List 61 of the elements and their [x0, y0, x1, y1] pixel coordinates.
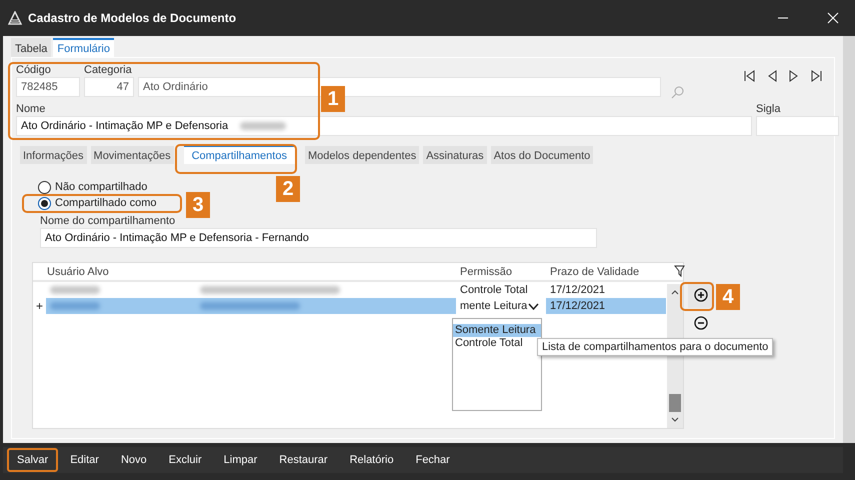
sigla-field[interactable] [756, 116, 839, 136]
column-header[interactable]: Permissão [456, 266, 546, 278]
first-record-icon[interactable] [744, 70, 756, 82]
toolbar-button[interactable]: Excluir [158, 448, 212, 472]
table-cell[interactable]: mente Leitura [456, 298, 546, 314]
scroll-thumb[interactable] [669, 394, 681, 412]
field-label: Nome do compartilhamento [40, 215, 176, 227]
window-title: Cadastro de Modelos de Documento [28, 11, 238, 25]
toolbar-button[interactable]: Limpar [214, 448, 268, 472]
name-field[interactable]: Ato Ordinário - Intimação MP e Defensoria [16, 116, 752, 136]
last-record-icon[interactable] [810, 70, 822, 82]
section-tab[interactable]: Modelos dependentes [304, 146, 420, 164]
code-field[interactable]: 782485 [16, 77, 80, 97]
column-header[interactable]: Prazo de Validade [546, 266, 672, 278]
radio-label: Não compartilhado [55, 181, 148, 193]
toolbar-button[interactable]: Relatório [340, 448, 404, 472]
column-header[interactable]: Usuário Alvo [33, 266, 456, 278]
chevron-down-icon[interactable] [528, 303, 539, 310]
section-tab[interactable]: Atos do Documento [490, 146, 594, 164]
toolbar-button[interactable]: Restaurar [269, 448, 338, 472]
field-label: Categoria [84, 64, 133, 76]
toolbar-button[interactable]: Editar [60, 448, 109, 472]
field-label: Código [16, 64, 52, 76]
section-tab[interactable]: Informações [20, 146, 87, 164]
minus-icon [694, 316, 708, 330]
field-value: Ato Ordinário - Intimação MP e Defensoria [21, 120, 228, 132]
dropdown-option[interactable]: Somente Leitura [453, 324, 541, 337]
highlight-frame [680, 282, 714, 311]
callout-number: 1 [321, 86, 345, 112]
plus-icon [694, 288, 708, 302]
field-label: Nome [16, 103, 46, 115]
redacted-text [240, 122, 286, 130]
close-icon [827, 12, 839, 24]
filter-icon[interactable] [674, 265, 686, 278]
table-cell[interactable]: Controle Total [456, 282, 546, 298]
view-tab[interactable]: Tabela [11, 38, 52, 57]
chevron-up-icon[interactable] [671, 288, 679, 296]
view-tab[interactable]: Formulário [53, 38, 114, 57]
section-tab[interactable]: Assinaturas [423, 146, 487, 164]
section-tab[interactable]: Movimentações [90, 146, 174, 164]
radio-label: Compartilhado como [55, 197, 156, 209]
row-marker: + [34, 299, 44, 313]
share-name-field[interactable]: Ato Ordinário - Intimação MP e Defensoria - Fernando [40, 228, 597, 248]
toolbar-button[interactable]: Novo [110, 448, 157, 472]
previous-record-icon[interactable] [766, 70, 778, 82]
app-logo-icon [8, 11, 22, 25]
section-tab[interactable]: Compartilhamentos [184, 146, 295, 164]
radio-button[interactable] [38, 180, 51, 194]
table-cell: 17/12/2021 [546, 298, 666, 314]
chevron-down-icon[interactable] [671, 416, 679, 424]
field-label: Sigla [756, 103, 782, 115]
callout-number: 2 [276, 176, 300, 202]
category-code-field[interactable]: 47 [84, 77, 134, 97]
toolbar-button[interactable]: Salvar [7, 448, 58, 472]
tooltip: Lista de compartilhamentos para o documento [537, 338, 774, 356]
callout-number: 3 [186, 192, 210, 218]
callout-number: 4 [716, 284, 740, 310]
next-record-icon[interactable] [788, 70, 800, 82]
table-cell-text: 17/12/2021 [549, 283, 606, 298]
radio-button[interactable] [38, 196, 51, 210]
toolbar-button[interactable]: Fechar [406, 448, 460, 472]
